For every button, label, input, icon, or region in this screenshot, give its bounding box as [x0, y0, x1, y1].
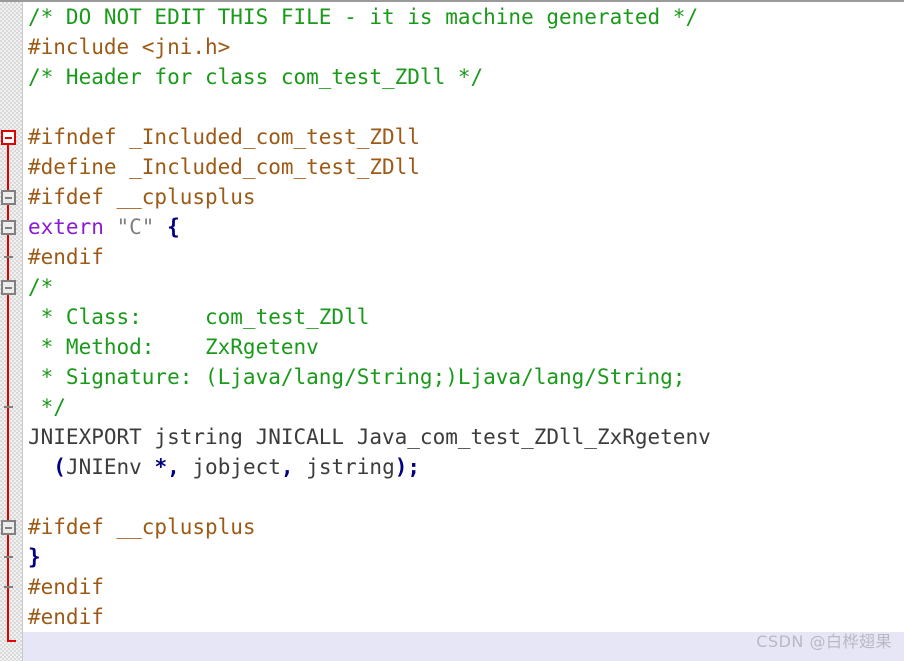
code-token-comment: /* DO NOT EDIT THIS FILE - it is machine…	[28, 5, 699, 29]
fold-marker-ifdef-1[interactable]	[1, 190, 16, 205]
code-editor[interactable]: /* DO NOT EDIT THIS FILE - it is machine…	[0, 0, 904, 661]
fold-rail-elbow	[7, 640, 16, 642]
code-token-comment: */	[28, 395, 66, 419]
code-line[interactable]: #ifdef __cplusplus	[23, 512, 904, 542]
fold-minus-icon	[5, 286, 12, 289]
code-line[interactable]: #ifdef __cplusplus	[23, 182, 904, 212]
code-token-paren-close: )	[394, 455, 408, 479]
code-line-blank[interactable]	[23, 482, 904, 512]
code-token-keyword: extern	[28, 215, 104, 239]
code-line[interactable]: * Method: ZxRgetenv	[23, 332, 904, 362]
code-token-comment: * Method: ZxRgetenv	[28, 335, 319, 359]
folding-gutter[interactable]	[0, 2, 22, 661]
code-token-brace-close: }	[28, 545, 41, 569]
code-token-preprocessor: #endif	[28, 575, 104, 599]
code-token-preprocessor: #endif	[28, 605, 104, 629]
code-token-preprocessor: #ifdef __cplusplus	[28, 185, 256, 209]
code-token-declaration: JNIEXPORT jstring JNICALL Java_com_test_…	[28, 425, 711, 449]
fold-end-tick-endif-2	[4, 586, 13, 588]
code-token-preprocessor: #ifndef _Included_com_test_ZDll	[28, 125, 420, 149]
fold-minus-icon	[5, 526, 12, 529]
code-token-comment: * Signature: (Ljava/lang/String;)Ljava/l…	[28, 365, 686, 389]
code-line[interactable]: #define _Included_com_test_ZDll	[23, 152, 904, 182]
code-token-preprocessor: #define _Included_com_test_ZDll	[28, 155, 420, 179]
fold-minus-icon	[5, 136, 12, 139]
code-line-blank[interactable]	[23, 92, 904, 122]
fold-marker-extern[interactable]	[1, 220, 16, 235]
code-token-paren-open: (	[53, 455, 66, 479]
code-line[interactable]: * Class: com_test_ZDll	[23, 302, 904, 332]
code-token-type-jnienv: JNIEnv	[65, 455, 155, 479]
fold-marker-ifndef[interactable]	[1, 130, 16, 145]
code-line[interactable]: (JNIEnv *, jobject, jstring);	[23, 452, 904, 482]
code-token-type-jobject: jobject	[179, 455, 281, 479]
code-line[interactable]: extern "C" {	[23, 212, 904, 242]
code-token-comment: /*	[28, 275, 54, 299]
code-token-brace-open: {	[167, 215, 180, 239]
code-token-indent	[28, 455, 53, 479]
code-token-comment: /* Header for class com_test_ZDll */	[28, 65, 484, 89]
fold-minus-icon	[5, 226, 12, 229]
code-token-comma: ,	[280, 455, 294, 479]
code-token-type-jstring: jstring	[293, 455, 395, 479]
code-line[interactable]: /* Header for class com_test_ZDll */	[23, 62, 904, 92]
code-token-preprocessor: #endif	[28, 245, 104, 269]
code-content[interactable]: /* DO NOT EDIT THIS FILE - it is machine…	[23, 2, 904, 661]
code-line[interactable]: #endif	[23, 242, 904, 272]
code-token-preprocessor: #include <jni.h>	[28, 35, 231, 59]
code-line[interactable]: * Signature: (Ljava/lang/String;)Ljava/l…	[23, 362, 904, 392]
fold-end-tick-brace	[4, 556, 13, 558]
code-line[interactable]: /*	[23, 272, 904, 302]
code-token-comment: * Class: com_test_ZDll	[28, 305, 370, 329]
code-line[interactable]: */	[23, 392, 904, 422]
fold-end-tick-endif-1	[4, 256, 13, 258]
watermark-text: CSDN @白桦翅果	[756, 632, 892, 651]
code-token-preprocessor: #ifdef __cplusplus	[28, 515, 256, 539]
code-line[interactable]: #ifndef _Included_com_test_ZDll	[23, 122, 904, 152]
code-line[interactable]: #endif	[23, 572, 904, 602]
fold-marker-ifdef-2[interactable]	[1, 520, 16, 535]
code-line[interactable]: JNIEXPORT jstring JNICALL Java_com_test_…	[23, 422, 904, 452]
fold-end-tick-comment	[4, 406, 13, 408]
fold-marker-comment[interactable]	[1, 280, 16, 295]
code-token-string: "C"	[116, 215, 155, 239]
code-token-pointer-comma: *,	[154, 455, 180, 479]
code-line[interactable]: /* DO NOT EDIT THIS FILE - it is machine…	[23, 2, 904, 32]
code-token-semicolon: ;	[407, 455, 421, 479]
fold-minus-icon	[5, 196, 12, 199]
code-line[interactable]: }	[23, 542, 904, 572]
code-line[interactable]: #include <jni.h>	[23, 32, 904, 62]
